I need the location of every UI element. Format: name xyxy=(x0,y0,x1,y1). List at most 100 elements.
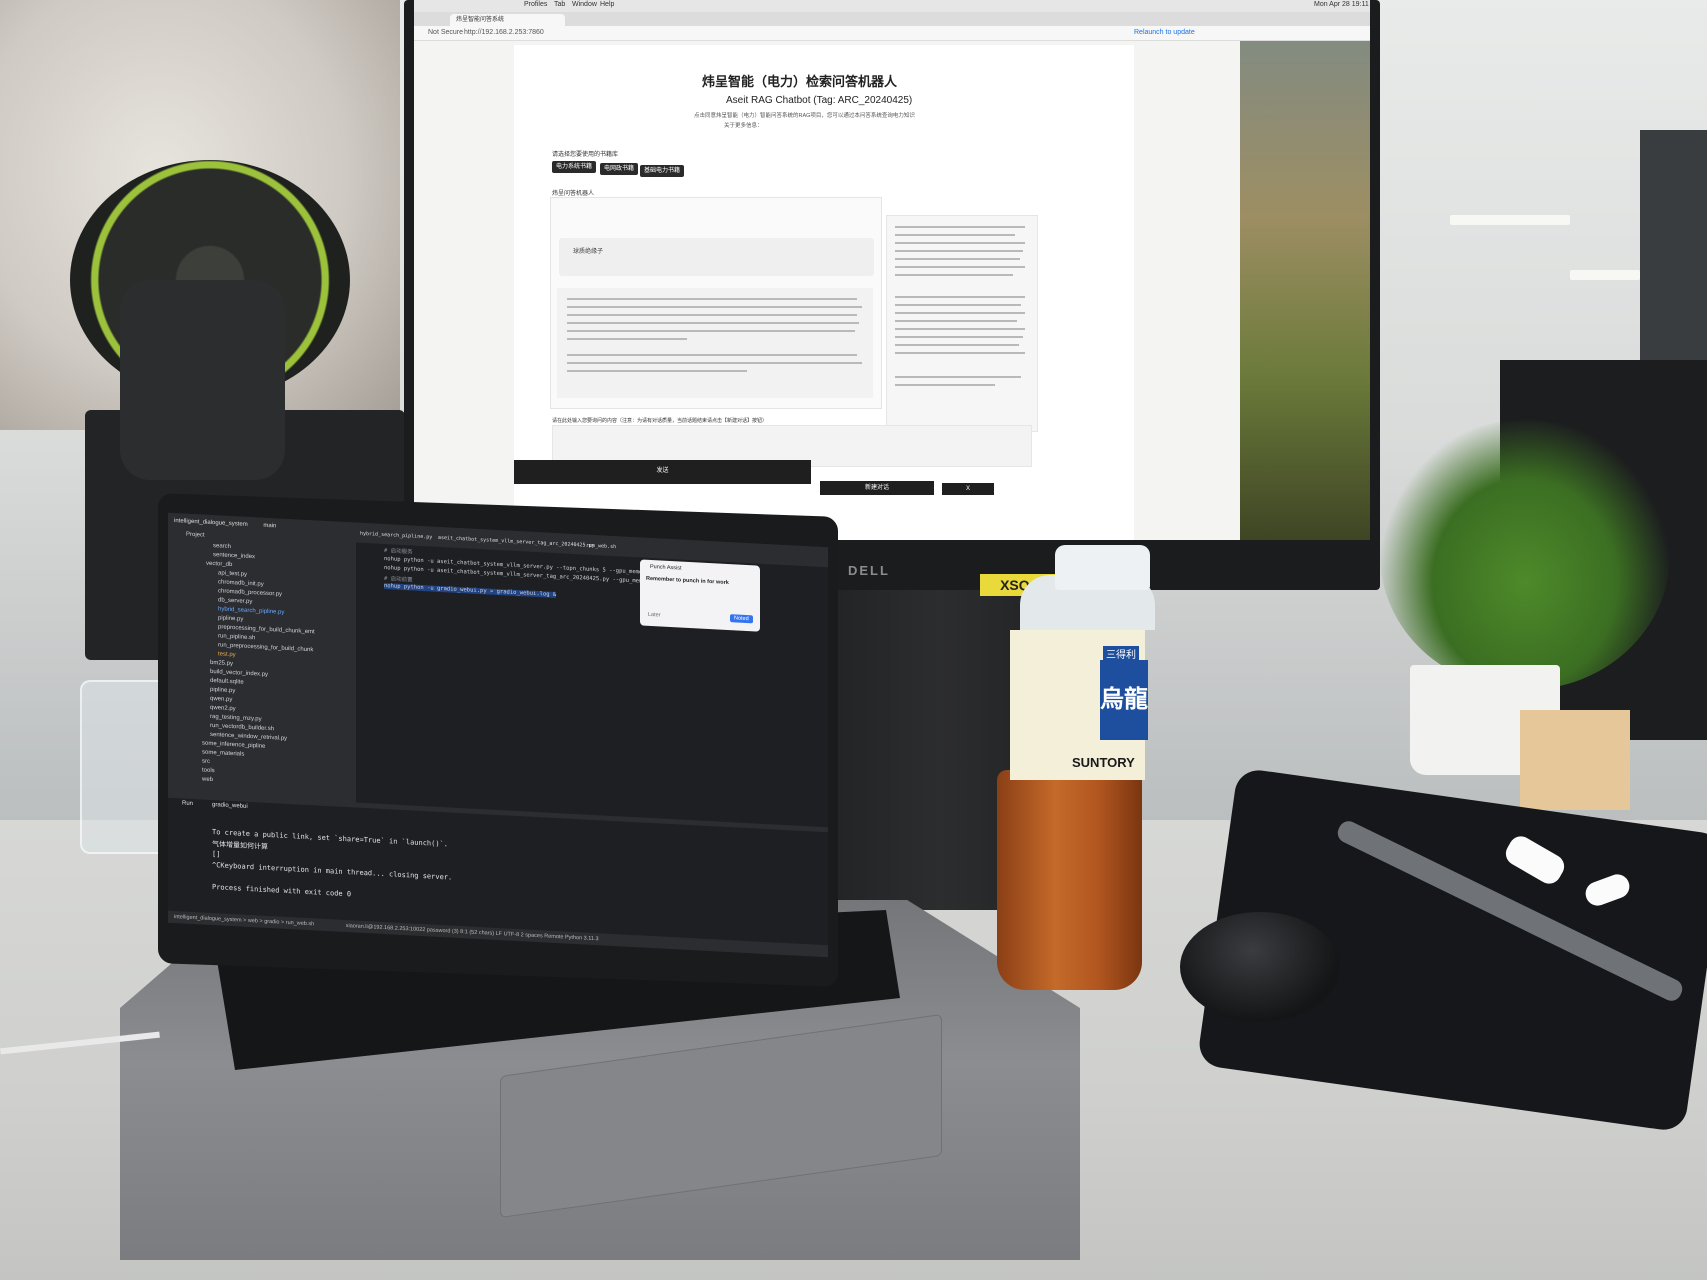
pycharm-window: intelligent_dialogue_system main Project… xyxy=(168,512,828,958)
console-line: ^CKeyboard interruption in main thread..… xyxy=(212,861,453,882)
source-text-line xyxy=(895,250,1023,252)
tree-item[interactable]: qwen2.py xyxy=(210,705,236,712)
run-label[interactable]: Run xyxy=(182,800,193,807)
source-text-line xyxy=(895,266,1025,268)
tree-item[interactable]: hybrid_search_pipline.py xyxy=(218,606,284,615)
new-chat-button[interactable]: 新建对话 xyxy=(820,481,934,495)
kb-option-grid[interactable]: 电网政书籍 xyxy=(600,163,639,175)
send-button[interactable]: 发送 xyxy=(514,460,811,484)
new-chat-button-label: 新建对话 xyxy=(864,485,889,491)
project-label[interactable]: Project xyxy=(186,532,205,539)
tree-item[interactable]: web xyxy=(202,776,213,783)
source-text-line xyxy=(895,312,1025,314)
menubar-clock: Mon Apr 28 19:11 xyxy=(1314,1,1369,8)
send-button-label: 发送 xyxy=(656,468,669,474)
page-title: 炜呈智能（电力）检索问答机器人 xyxy=(702,74,898,89)
menu-item-window[interactable]: Window xyxy=(572,1,597,8)
source-text-line xyxy=(895,336,1023,338)
tree-item[interactable]: pipline.py xyxy=(210,687,235,694)
wireless-mouse xyxy=(1180,912,1340,1022)
project-name[interactable]: intelligent_dialogue_system xyxy=(174,518,248,528)
kb-option-power-system[interactable]: 电力系统书籍 xyxy=(552,161,597,173)
source-text-line xyxy=(895,242,1025,244)
wooden-box xyxy=(1520,710,1630,810)
project-tree: Project search sentence_index vector_db … xyxy=(168,528,353,809)
answer-text-line xyxy=(567,362,862,364)
source-text-line xyxy=(895,234,1015,236)
relaunch-button[interactable]: Relaunch to update xyxy=(1134,29,1195,36)
bottle-brand: SUNTORY xyxy=(1072,755,1135,770)
popup-message: Remember to punch in for work xyxy=(646,575,729,587)
tree-item[interactable]: qwen.py xyxy=(210,696,232,703)
dell-logo: DELL xyxy=(848,563,890,578)
run-tab[interactable]: gradio_webui xyxy=(212,802,248,810)
tree-item[interactable]: run_vectordb_builder.sh xyxy=(210,723,274,732)
kb-option-basic-power[interactable]: 基础电力书籍 xyxy=(640,165,685,177)
ceiling-light xyxy=(1450,215,1570,225)
answer-text-line xyxy=(567,330,855,332)
tree-item[interactable]: test.py xyxy=(218,651,236,658)
code-line: # 启动服务 xyxy=(384,548,413,556)
monitor-screen: Profiles Tab Window Help Mon Apr 28 19:1… xyxy=(414,0,1370,540)
source-text-line xyxy=(895,352,1025,354)
menu-item-profiles[interactable]: Profiles xyxy=(524,1,547,8)
tree-item[interactable]: db_server.py xyxy=(218,597,252,605)
answer-text-line xyxy=(567,306,862,308)
bot-answer xyxy=(557,288,873,398)
punch-reminder-popup: Punch Assist Remember to punch in for wo… xyxy=(640,559,760,632)
browser-tabbar: 炜呈智能问答系统 xyxy=(414,12,1370,26)
source-text-line xyxy=(895,258,1020,260)
fan-clamp xyxy=(120,280,285,480)
tree-item[interactable]: api_test.py xyxy=(218,570,247,578)
tree-item[interactable]: bm25.py xyxy=(210,660,233,667)
tree-item[interactable]: run_pipline.sh xyxy=(218,633,255,641)
url-text[interactable]: http://192.168.2.253:7860 xyxy=(464,29,544,36)
source-text-line xyxy=(895,328,1025,330)
branch-name[interactable]: main xyxy=(263,523,276,530)
tree-item[interactable]: sentence_window_retrival.py xyxy=(210,732,287,742)
source-text-line xyxy=(895,304,1021,306)
tree-item[interactable]: some_inference_pipline xyxy=(202,740,265,749)
address-bar[interactable]: Not Secure http://192.168.2.253:7860 Rel… xyxy=(414,26,1370,41)
bottle-brand-panel: 烏龍 xyxy=(1100,660,1148,740)
tree-item[interactable]: chromadb_init.py xyxy=(218,579,264,587)
menu-item-help[interactable]: Help xyxy=(600,1,614,8)
source-text-line xyxy=(895,296,1025,298)
input-label: 请在此处输入您要询问的内容（注意：为请有对话质量，当前话题结束请点击【新建对话】… xyxy=(552,418,768,424)
source-text-line xyxy=(895,384,995,386)
bottle-badge: 三得利 xyxy=(1103,646,1139,661)
answer-text-line xyxy=(567,338,687,340)
tree-item[interactable]: tools xyxy=(202,767,215,774)
tree-item[interactable]: rag_testing_mzy.py xyxy=(210,714,262,723)
tree-item[interactable]: vector_db xyxy=(206,561,232,568)
code-line: nohup python -u gradio_webui.py > gradio… xyxy=(384,583,557,599)
bottle-cap xyxy=(1055,545,1150,590)
popup-noted-button[interactable]: Noted xyxy=(730,614,753,624)
tree-item[interactable]: src xyxy=(202,758,210,764)
tree-item[interactable]: chromadb_processor.py xyxy=(218,588,282,597)
popup-later[interactable]: Later xyxy=(648,612,661,619)
tree-item[interactable]: sentence_index xyxy=(213,552,255,560)
clear-button[interactable]: X xyxy=(942,483,994,495)
console-line: [] xyxy=(212,850,221,859)
tree-item[interactable]: pipline.py xyxy=(218,615,243,622)
glass-mug xyxy=(80,680,169,854)
ceiling-light xyxy=(1570,270,1640,280)
source-text-line xyxy=(895,274,1013,276)
answer-text-line xyxy=(567,370,747,372)
potted-plant xyxy=(1380,420,1670,690)
chatbot-page: 炜呈智能（电力）检索问答机器人 Aseit RAG Chatbot (Tag: … xyxy=(514,45,1134,540)
source-text-line xyxy=(895,226,1025,228)
more-info-text: 关于更多信息： xyxy=(724,123,763,129)
answer-text-line xyxy=(567,322,859,324)
tree-item[interactable]: build_vector_index.py xyxy=(210,669,268,678)
tree-item[interactable]: some_materials xyxy=(202,749,244,757)
answer-text-line xyxy=(567,314,857,316)
browser-tab[interactable]: 炜呈智能问答系统 xyxy=(450,14,565,26)
not-secure-label: Not Secure xyxy=(428,29,464,36)
tree-item[interactable]: default.sqlite xyxy=(210,678,244,686)
tree-item[interactable]: search xyxy=(213,543,231,550)
macos-menubar: Profiles Tab Window Help Mon Apr 28 19:1… xyxy=(414,0,1370,12)
menu-item-tab[interactable]: Tab xyxy=(554,1,565,8)
code-line: # 启动前置 xyxy=(384,576,413,584)
